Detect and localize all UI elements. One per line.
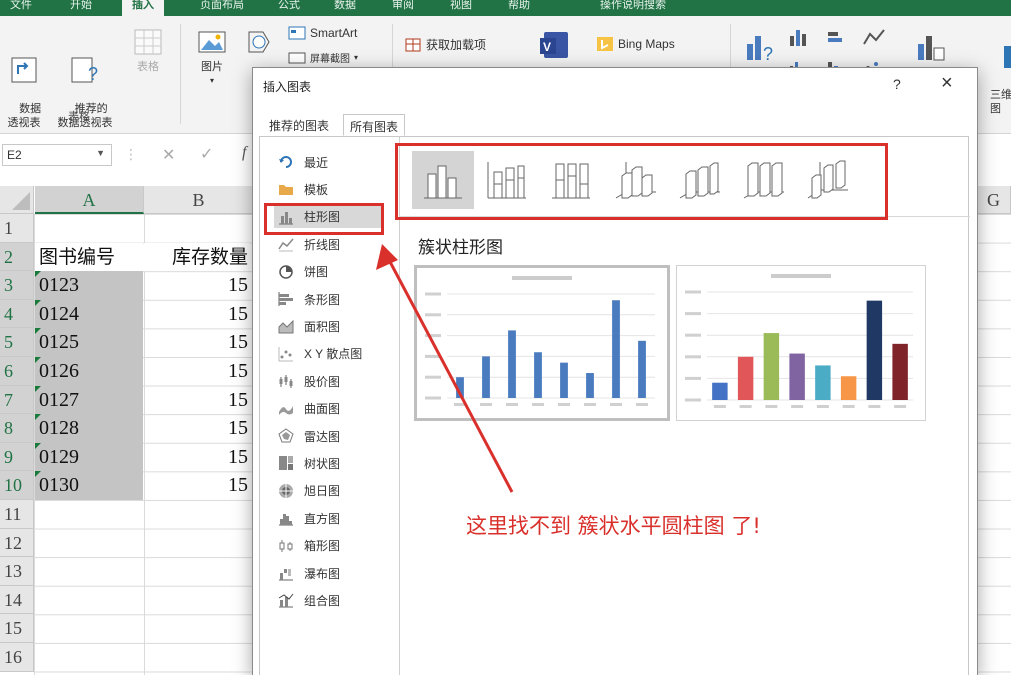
annotation-text: 这里找不到 簇状水平圆柱图 了!	[466, 514, 761, 538]
annotation-arrow	[376, 244, 514, 493]
